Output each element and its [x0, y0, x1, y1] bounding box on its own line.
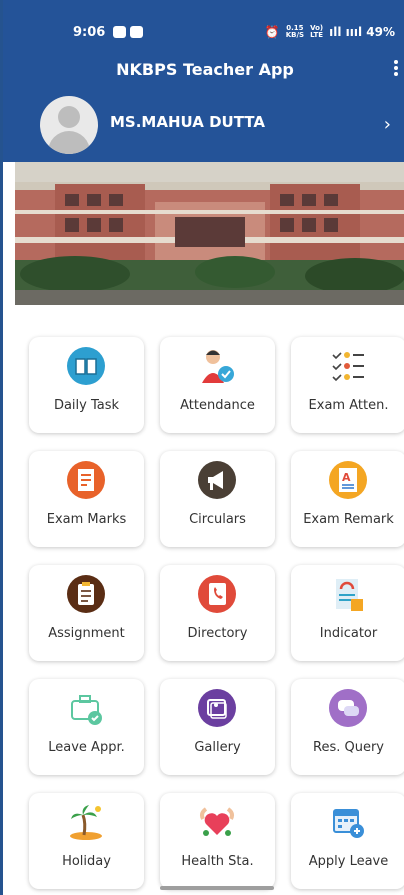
- tile-gallery[interactable]: Gallery: [160, 679, 275, 775]
- notification-icon: [113, 26, 126, 38]
- school-banner: [15, 162, 404, 305]
- tile-health-status[interactable]: Health Sta.: [160, 793, 275, 889]
- tile-label: Exam Marks: [46, 512, 127, 527]
- chevron-right-icon[interactable]: ›: [384, 114, 391, 135]
- tile-exam-marks[interactable]: Exam Marks: [29, 451, 144, 547]
- volte-indicator: Vo) LTE: [310, 24, 324, 39]
- tile-exam-remark[interactable]: A Exam Remark: [291, 451, 404, 547]
- school-building-photo: [15, 162, 404, 305]
- tile-exam-attendance[interactable]: Exam Atten.: [291, 337, 404, 433]
- app-title: NKBPS Teacher App: [116, 60, 294, 79]
- tile-leave-approval[interactable]: Leave Appr.: [29, 679, 144, 775]
- tile-apply-leave[interactable]: Apply Leave: [291, 793, 404, 889]
- tile-label: Directory: [187, 626, 248, 641]
- grade-a-icon: A: [329, 461, 367, 499]
- teacher-name: MS.MAHUA DUTTA: [110, 113, 265, 131]
- app-screen: 9:06 ⏰ 0.15 KB/S Vo) LTE ıll ıııl 49% NKBP…: [0, 0, 404, 895]
- chat-query-icon: [329, 689, 367, 727]
- tile-label: Res. Query: [313, 740, 384, 755]
- tile-assignment[interactable]: Assignment: [29, 565, 144, 661]
- tile-label: Exam Atten.: [308, 398, 389, 413]
- app-bar: NKBPS Teacher App: [3, 56, 404, 96]
- net-speed: 0.15 KB/S: [285, 24, 305, 39]
- checklist-icon: [329, 347, 367, 385]
- indicator-icon: [329, 575, 367, 613]
- svg-text:A: A: [342, 471, 351, 484]
- signal-battery: ıll ıııl 49%: [329, 25, 395, 39]
- message-icon: [130, 26, 143, 38]
- book-icon: [67, 347, 105, 385]
- status-right: ⏰ 0.15 KB/S Vo) LTE ıll ıııl 49%: [264, 24, 395, 40]
- calendar-leave-icon: [329, 803, 367, 841]
- gesture-nav-bar[interactable]: [160, 886, 274, 890]
- tile-label: Daily Task: [53, 398, 120, 413]
- report-icon: [67, 461, 105, 499]
- tile-attendance[interactable]: Attendance: [160, 337, 275, 433]
- clipboard-icon: [67, 575, 105, 613]
- alarm-icon: ⏰: [264, 25, 280, 39]
- gallery-icon: [198, 689, 236, 727]
- profile-header[interactable]: MS.MAHUA DUTTA ›: [3, 96, 404, 162]
- tile-daily-task[interactable]: Daily Task: [29, 337, 144, 433]
- tile-label: Gallery: [194, 740, 241, 755]
- more-vert-icon[interactable]: [393, 58, 399, 80]
- avatar: [40, 96, 98, 154]
- phonebook-icon: [198, 575, 236, 613]
- tile-label: Health Sta.: [181, 854, 254, 869]
- tile-directory[interactable]: Directory: [160, 565, 275, 661]
- tile-label: Leave Appr.: [48, 740, 125, 755]
- tile-label: Assignment: [48, 626, 125, 641]
- tile-label: Holiday: [62, 854, 111, 869]
- teacher-check-icon: [198, 347, 236, 385]
- tile-label: Apply Leave: [308, 854, 389, 869]
- tile-label: Attendance: [180, 398, 255, 413]
- tile-indicator[interactable]: Indicator: [291, 565, 404, 661]
- beach-icon: [67, 803, 105, 841]
- tile-res-query[interactable]: Res. Query: [291, 679, 404, 775]
- tile-label: Exam Remark: [303, 512, 394, 527]
- tile-holiday[interactable]: Holiday: [29, 793, 144, 889]
- tile-label: Circulars: [189, 512, 246, 527]
- tile-circulars[interactable]: Circulars: [160, 451, 275, 547]
- health-icon: [198, 803, 236, 841]
- status-time: 9:06: [73, 25, 106, 40]
- tile-label: Indicator: [319, 626, 378, 641]
- briefcase-check-icon: [67, 689, 105, 727]
- megaphone-icon: [198, 461, 236, 499]
